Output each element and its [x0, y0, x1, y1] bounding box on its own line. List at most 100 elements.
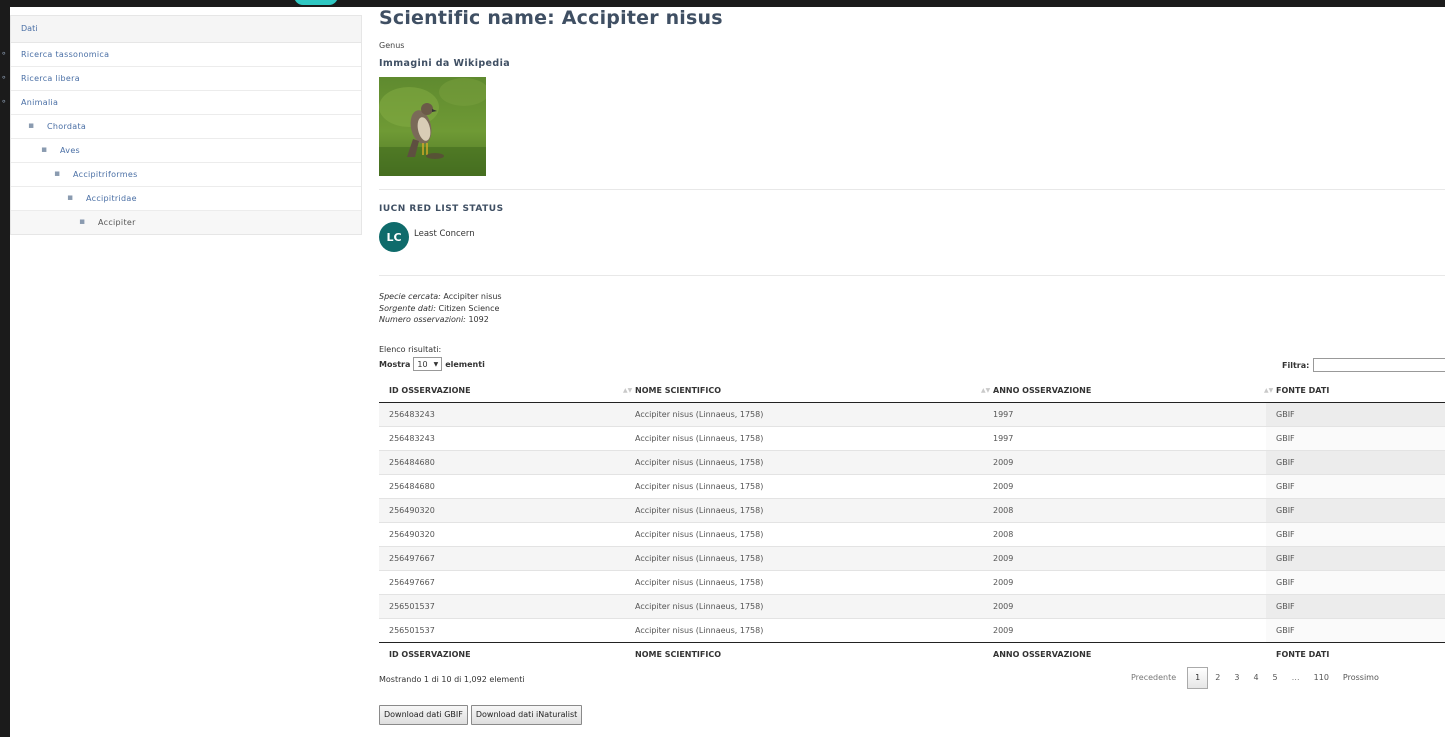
sidebar-item-animalia[interactable]: ∘ Animalia [1, 91, 361, 115]
page-button-3[interactable]: 3 [1227, 668, 1246, 688]
wikipedia-heading: Immagini da Wikipedia [379, 58, 511, 69]
source-value: Citizen Science [438, 303, 500, 313]
rank-label: Genus [379, 41, 405, 50]
table-row: 256501537 Accipiter nisus (Linnaeus, 1758… [379, 594, 1445, 619]
cell-source: GBIF [1266, 546, 1445, 571]
cell-year: 2009 [983, 450, 1266, 475]
column-header-id[interactable]: ID OSSERVAZIONE [379, 379, 625, 403]
page-title: Scientific name: Accipiter nisus [379, 7, 723, 29]
download-buttons: Download dati GBIF Download dati iNatura… [379, 705, 583, 725]
table-row: 256490320 Accipiter nisus (Linnaeus, 1758… [379, 522, 1445, 547]
sidebar-item-ricerca-tassonomica[interactable]: ∘ Ricerca tassonomica [1, 43, 361, 67]
bullet-icon: ▪ [28, 121, 35, 131]
results-label: Elenco risultati: [379, 345, 442, 354]
sidebar-header[interactable]: Dati [11, 16, 361, 43]
species-photo[interactable] [379, 77, 486, 176]
page-button-2[interactable]: 2 [1208, 668, 1227, 688]
page-length-select[interactable]: 10 ▼ [413, 357, 443, 371]
table-row: 256484680 Accipiter nisus (Linnaeus, 1758… [379, 474, 1445, 499]
page-button-5[interactable]: 5 [1266, 668, 1285, 688]
decorative-arc [294, 0, 338, 5]
column-header-source[interactable]: ▲▼ FONTE DATI [1264, 379, 1445, 403]
show-suffix: elementi [445, 359, 485, 369]
table-row: 256497667 Accipiter nisus (Linnaeus, 1758… [379, 570, 1445, 595]
page-button-110[interactable]: 110 [1307, 668, 1336, 688]
table-row: 256490320 Accipiter nisus (Linnaeus, 1758… [379, 498, 1445, 523]
cell-name: Accipiter nisus (Linnaeus, 1758) [625, 618, 983, 643]
filter-input[interactable] [1313, 358, 1445, 372]
iucn-status-text: Least Concern [414, 229, 475, 239]
sidebar-item-label: Animalia [21, 98, 59, 107]
sidebar-item-label: Aves [60, 146, 81, 155]
count-row: Numero osservazioni: 1092 [379, 314, 502, 326]
table-row: 256483243 Accipiter nisus (Linnaeus, 1758… [379, 426, 1445, 451]
cell-id: 256490320 [379, 522, 625, 547]
page: Dati ∘ Ricerca tassonomica ∘ Ricerca lib… [1, 7, 1445, 737]
sort-icon: ▲▼ [1264, 387, 1274, 394]
page-button-1[interactable]: 1 [1187, 667, 1209, 689]
next-page-button[interactable]: Prossimo [1336, 668, 1386, 688]
cell-source: GBIF [1266, 498, 1445, 523]
cell-year: 1997 [983, 402, 1266, 427]
cell-source: GBIF [1266, 450, 1445, 475]
page-length-value: 10 [417, 359, 428, 369]
sidebar-item-aves[interactable]: ▪ Aves [11, 139, 361, 163]
column-header-scientific-name[interactable]: ▲▼ NOME SCIENTIFICO [623, 379, 983, 403]
source-label: Sorgente dati: [379, 303, 436, 313]
cell-id: 256483243 [379, 426, 625, 451]
sidebar-item-accipiter[interactable]: ▪ Accipiter [11, 211, 361, 234]
column-label: NOME SCIENTIFICO [635, 386, 722, 395]
table-row: 256497667 Accipiter nisus (Linnaeus, 1758… [379, 546, 1445, 571]
download-gbif-button[interactable]: Download dati GBIF [379, 705, 468, 725]
cell-id: 256501537 [379, 618, 625, 643]
cell-year: 1997 [983, 426, 1266, 451]
cell-id: 256497667 [379, 546, 625, 571]
sidebar-item-label: Chordata [47, 122, 87, 131]
table-row: 256484680 Accipiter nisus (Linnaeus, 1758… [379, 450, 1445, 475]
cell-id: 256497667 [379, 570, 625, 595]
bird-image-icon [379, 77, 486, 176]
cell-name: Accipiter nisus (Linnaeus, 1758) [625, 570, 983, 595]
previous-page-button[interactable]: Precedente [1124, 668, 1183, 688]
page-button-4[interactable]: 4 [1246, 668, 1265, 688]
cell-name: Accipiter nisus (Linnaeus, 1758) [625, 474, 983, 499]
pagination-ellipsis: … [1291, 673, 1300, 682]
download-inaturalist-button[interactable]: Download dati iNaturalist [470, 705, 583, 725]
footer-column-id: ID OSSERVAZIONE [379, 642, 625, 666]
sidebar-item-accipitriformes[interactable]: ▪ Accipitriformes [11, 163, 361, 187]
table-header-row: ID OSSERVAZIONE ▲▼ NOME SCIENTIFICO ▲▼ ANN… [379, 379, 1445, 403]
sidebar-item-label: Accipitridae [86, 194, 137, 203]
cell-name: Accipiter nisus (Linnaeus, 1758) [625, 546, 983, 571]
sidebar-item-accipitridae[interactable]: ▪ Accipitridae [11, 187, 361, 211]
cell-source: GBIF [1266, 570, 1445, 595]
search-metadata: Specie cercata: Accipiter nisus Sorgente… [379, 291, 502, 326]
cell-source: GBIF [1266, 522, 1445, 547]
sidebar-item-ricerca-libera[interactable]: ∘ Ricerca libera [1, 67, 361, 91]
filter-control: Filtra: [1282, 358, 1445, 372]
bullet-icon: ∘ [1, 97, 7, 107]
sidebar-item-label: Ricerca libera [21, 74, 80, 83]
cell-name: Accipiter nisus (Linnaeus, 1758) [625, 522, 983, 547]
cell-name: Accipiter nisus (Linnaeus, 1758) [625, 450, 983, 475]
taxonomy-sidebar: Dati ∘ Ricerca tassonomica ∘ Ricerca lib… [1, 15, 362, 235]
table-footer-row: ID OSSERVAZIONE NOME SCIENTIFICO ANNO OS… [379, 642, 1445, 666]
bullet-icon: ▪ [41, 145, 48, 155]
iucn-status-badge: LC [379, 222, 409, 252]
sort-icon: ▲▼ [981, 387, 991, 394]
pagination: Precedente 1 2 3 4 5 … 110 Prossimo [1124, 667, 1386, 689]
cell-id: 256483243 [379, 402, 625, 427]
cell-year: 2009 [983, 570, 1266, 595]
source-row: Sorgente dati: Citizen Science [379, 303, 502, 315]
footer-column-source: FONTE DATI [1266, 642, 1445, 666]
column-label: FONTE DATI [1276, 386, 1330, 395]
column-header-year[interactable]: ▲▼ ANNO OSSERVAZIONE [981, 379, 1266, 403]
bullet-icon: ∘ [1, 49, 7, 59]
table-row: 256501537 Accipiter nisus (Linnaeus, 1758… [379, 618, 1445, 643]
cell-name: Accipiter nisus (Linnaeus, 1758) [625, 426, 983, 451]
divider [379, 275, 1445, 276]
show-prefix: Mostra [379, 359, 411, 369]
cell-name: Accipiter nisus (Linnaeus, 1758) [625, 498, 983, 523]
sidebar-item-chordata[interactable]: ▪ Chordata [11, 115, 361, 139]
cell-source: GBIF [1266, 402, 1445, 427]
cell-id: 256490320 [379, 498, 625, 523]
